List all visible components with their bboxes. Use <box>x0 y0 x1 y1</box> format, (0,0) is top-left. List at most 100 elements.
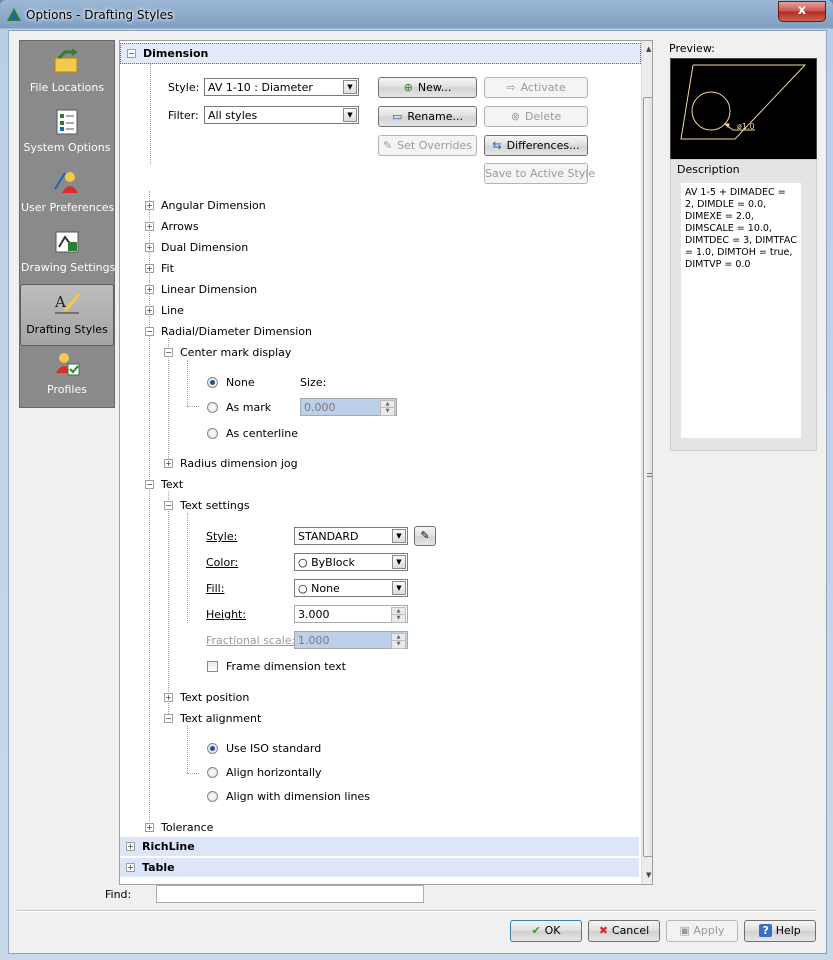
expand-icon[interactable]: + <box>145 201 154 210</box>
expand-icon[interactable]: + <box>126 863 135 872</box>
center-mark-centerline-radio[interactable] <box>207 428 218 439</box>
fractional-scale-input[interactable]: 1.000 ▲ ▼ <box>294 631 408 649</box>
align-with-lines-radio[interactable] <box>207 791 218 802</box>
apply-button[interactable]: ▣ Apply <box>666 920 738 942</box>
text-color-label: Color: <box>206 556 238 569</box>
text-position-label[interactable]: Text position <box>180 691 249 704</box>
filter-select[interactable]: All styles ▼ <box>204 106 359 124</box>
settings-tree[interactable]: − Dimension Style: AV 1-10 : Diameter ▼ … <box>119 40 653 885</box>
expand-icon[interactable]: + <box>145 264 154 273</box>
section-radial-diameter[interactable]: Radial/Diameter Dimension <box>161 325 312 338</box>
save-active-style-button[interactable]: Save to Active Style <box>484 163 595 184</box>
center-mark-size-input[interactable]: 0.000 ▲ ▼ <box>300 398 397 416</box>
activate-button[interactable]: ⇨ Activate <box>484 77 588 98</box>
spin-down-icon[interactable]: ▼ <box>380 407 395 416</box>
text-settings-label[interactable]: Text settings <box>180 499 250 512</box>
center-mark-none-radio[interactable] <box>207 377 218 388</box>
style-value: AV 1-10 : Diameter <box>208 81 313 94</box>
collapse-icon[interactable]: − <box>164 348 173 357</box>
nav-item-profiles[interactable]: Profiles <box>21 345 113 405</box>
folder-arrow-icon <box>54 49 78 73</box>
group-richline[interactable]: + RichLine <box>120 837 639 856</box>
title-bar[interactable]: Options - Drafting Styles x <box>0 0 833 30</box>
style-select[interactable]: AV 1-10 : Diameter ▼ <box>204 78 359 96</box>
set-overrides-button[interactable]: ✎ Set Overrides <box>378 135 477 156</box>
section-text[interactable]: Text <box>161 478 183 491</box>
scroll-down-icon[interactable]: ▼ <box>646 871 651 879</box>
overrides-icon: ✎ <box>382 139 393 152</box>
chevron-down-icon: ▼ <box>392 555 406 569</box>
nav-item-drafting-styles[interactable]: A Drafting Styles <box>20 284 114 346</box>
chevron-down-icon: ▼ <box>392 581 406 595</box>
expand-icon[interactable]: + <box>126 842 135 851</box>
expand-icon[interactable]: + <box>145 222 154 231</box>
center-mark-none-label: None <box>226 376 255 389</box>
group-dimension[interactable]: − Dimension <box>120 43 641 64</box>
expand-icon[interactable]: + <box>145 306 154 315</box>
section-tolerance[interactable]: Tolerance <box>161 821 213 834</box>
check-icon: ✔ <box>531 924 545 937</box>
align-horizontal-radio[interactable] <box>207 767 218 778</box>
nav-item-user-preferences[interactable]: User Preferences <box>21 163 114 223</box>
center-mark-label[interactable]: Center mark display <box>180 346 291 359</box>
rename-button[interactable]: ▭ Rename... <box>378 106 477 127</box>
collapse-icon[interactable]: − <box>145 327 154 336</box>
expand-icon[interactable]: + <box>145 243 154 252</box>
expand-icon[interactable]: + <box>164 459 173 468</box>
text-color-select[interactable]: ○ ByBlock ▼ <box>294 553 408 571</box>
edit-text-style-button[interactable]: ✎ <box>414 526 436 546</box>
find-input[interactable] <box>156 885 424 903</box>
text-alignment-label[interactable]: Text alignment <box>180 712 261 725</box>
collapse-icon[interactable]: − <box>145 480 154 489</box>
expand-icon[interactable]: + <box>164 693 173 702</box>
text-fill-select[interactable]: ○ None ▼ <box>294 579 408 597</box>
section-dual-dimension[interactable]: Dual Dimension <box>161 241 248 254</box>
spin-down-icon[interactable]: ▼ <box>391 614 406 623</box>
collapse-icon[interactable]: − <box>127 49 136 58</box>
nav-item-file-locations[interactable]: File Locations <box>21 43 113 103</box>
align-with-lines-label: Align with dimension lines <box>226 790 370 803</box>
button-label: Rename... <box>407 110 463 123</box>
group-label: RichLine <box>142 840 195 853</box>
center-mark-as-mark-label: As mark <box>226 401 272 414</box>
button-label: OK <box>544 924 561 937</box>
section-linear-dimension[interactable]: Linear Dimension <box>161 283 257 296</box>
button-label: Help <box>775 924 801 937</box>
description-text: AV 1-5 + DIMADEC = 2, DIMDLE = 0.0, DIME… <box>681 183 801 438</box>
ok-button[interactable]: ✔ OK <box>510 920 582 942</box>
differences-button[interactable]: ⇆ Differences... <box>484 135 588 156</box>
help-button[interactable]: ? Help <box>744 920 816 942</box>
scroll-up-icon[interactable]: ▲ <box>646 45 651 53</box>
group-label: Dimension <box>143 47 209 60</box>
expand-icon[interactable]: + <box>145 823 154 832</box>
section-arrows[interactable]: Arrows <box>161 220 199 233</box>
nav-item-system-options[interactable]: System Options <box>21 103 113 163</box>
group-table[interactable]: + Table <box>120 858 639 877</box>
text-height-input[interactable]: 3.000 ▲ ▼ <box>294 605 408 623</box>
section-angular-dimension[interactable]: Angular Dimension <box>161 199 266 212</box>
section-fit[interactable]: Fit <box>161 262 174 275</box>
color-value-wrap: ○ ByBlock <box>298 556 355 569</box>
spin-down-icon[interactable]: ▼ <box>391 640 406 649</box>
section-line[interactable]: Line <box>161 304 184 317</box>
collapse-icon[interactable]: − <box>164 714 173 723</box>
footer-divider <box>17 910 817 912</box>
delete-button[interactable]: ⊗ Delete <box>484 106 588 127</box>
radius-jog-label[interactable]: Radius dimension jog <box>180 457 298 470</box>
button-label: Delete <box>525 110 562 123</box>
scrollbar-thumb[interactable] <box>643 97 652 857</box>
align-iso-radio[interactable] <box>207 743 218 754</box>
frame-text-checkbox[interactable] <box>207 661 218 672</box>
cancel-button[interactable]: ✖ Cancel <box>588 920 660 942</box>
expand-icon[interactable]: + <box>145 285 154 294</box>
new-style-button[interactable]: ⊕ New... <box>378 77 477 98</box>
collapse-icon[interactable]: − <box>164 501 173 510</box>
button-label: Apply <box>693 924 725 937</box>
drawing-settings-icon <box>55 231 79 253</box>
center-mark-as-mark-radio[interactable] <box>207 402 218 413</box>
nav-item-drawing-settings[interactable]: Drawing Settings <box>21 223 115 283</box>
nav-label: File Locations <box>29 81 105 94</box>
text-style-select[interactable]: STANDARD ▼ <box>294 527 408 545</box>
close-button[interactable]: x <box>778 1 826 22</box>
svg-text:A: A <box>54 293 66 311</box>
